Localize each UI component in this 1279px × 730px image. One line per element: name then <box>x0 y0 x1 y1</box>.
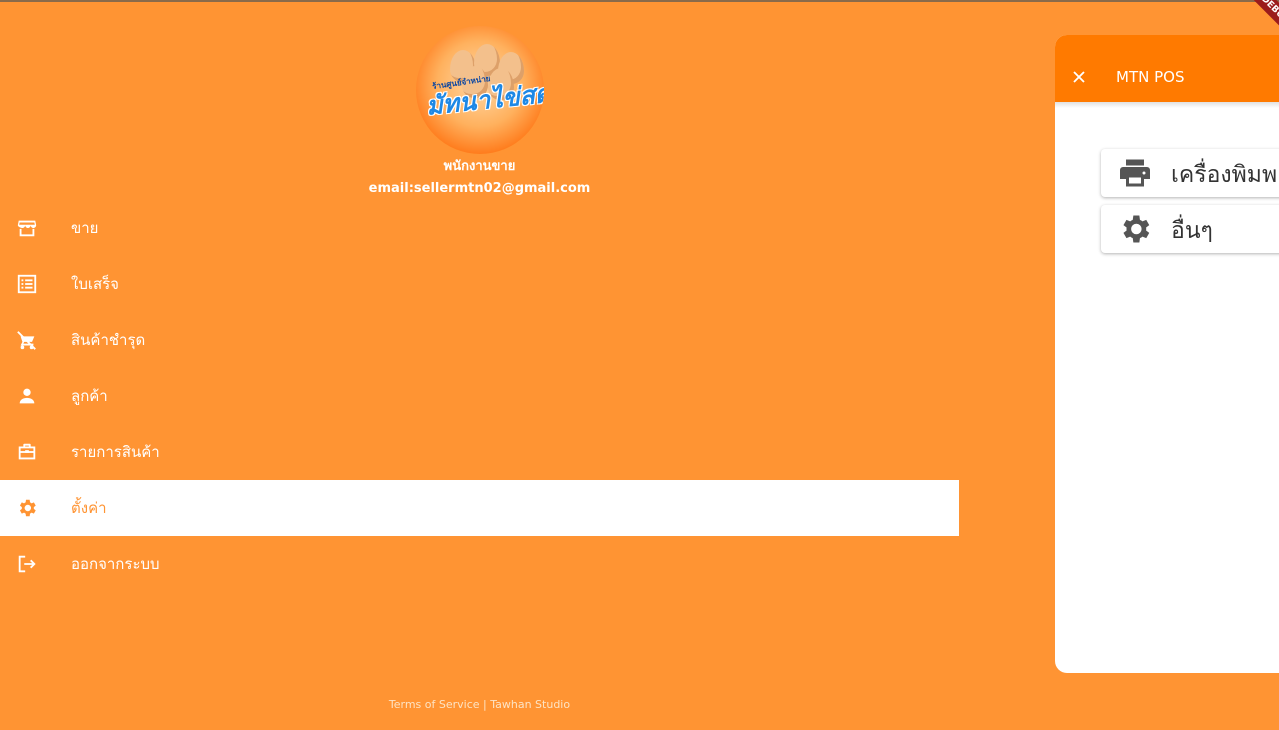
menu-item-settings[interactable]: ตั้งค่า <box>0 480 959 536</box>
printer-icon <box>1120 159 1150 187</box>
menu-item-sell[interactable]: ขาย <box>0 200 959 256</box>
user-email: email:sellermtn02@gmail.com <box>368 181 591 196</box>
menu-item-receipts[interactable]: ใบเสร็จ <box>0 256 959 312</box>
settings-panel: MTN POS เครื่องพิมพ อื่นๆ <box>1055 35 1279 673</box>
profile-header: ร้านศูนย์จำหน่าย มัทนาไข่สด พนักงานขาย e… <box>0 26 959 199</box>
person-icon <box>19 388 35 404</box>
menu-label: ขาย <box>71 219 99 237</box>
settings-item-other[interactable]: อื่นๆ <box>1101 205 1279 253</box>
footer-links[interactable]: Terms of Service | Tawhan Studio <box>0 698 959 711</box>
settings-item-label: อื่นๆ <box>1171 218 1213 244</box>
menu-label: ออกจากระบบ <box>71 555 160 573</box>
store-icon <box>17 220 37 237</box>
menu-item-damaged-goods[interactable]: สินค้าชำรุด <box>0 312 959 368</box>
header-shadow <box>1055 102 1279 108</box>
briefcase-icon <box>18 443 36 460</box>
debug-banner: DEBUG <box>1218 0 1279 61</box>
navigation-drawer: ร้านศูนย์จำหน่าย มัทนาไข่สด พนักงานขาย e… <box>0 0 959 730</box>
logout-icon <box>18 555 36 573</box>
debug-banner-label: DEBUG <box>1237 0 1279 48</box>
settings-item-label: เครื่องพิมพ <box>1171 162 1278 188</box>
menu-item-logout[interactable]: ออกจากระบบ <box>0 536 959 592</box>
menu-item-customers[interactable]: ลูกค้า <box>0 368 959 424</box>
cart-off-icon <box>17 331 36 350</box>
user-role: พนักงานขาย <box>443 159 516 174</box>
menu-label: ลูกค้า <box>71 387 108 405</box>
menu-item-product-list[interactable]: รายการสินค้า <box>0 424 959 480</box>
avatar: ร้านศูนย์จำหน่าย มัทนาไข่สด <box>415 26 544 154</box>
gear-icon <box>1123 215 1150 243</box>
menu-label: ใบเสร็จ <box>71 275 119 293</box>
panel-title: MTN POS <box>1116 68 1185 86</box>
menu-label: ตั้งค่า <box>71 499 107 517</box>
menu-label: สินค้าชำรุด <box>71 331 146 349</box>
settings-item-printer[interactable]: เครื่องพิมพ <box>1101 149 1279 197</box>
close-icon[interactable] <box>1069 67 1089 87</box>
receipt-list-icon <box>17 274 37 294</box>
drawer-menu: ขาย ใบเสร็จ สินค้าชำรุด ลูกค้า รายการสิน… <box>0 200 959 592</box>
gear-icon <box>19 499 36 517</box>
menu-label: รายการสินค้า <box>71 443 160 461</box>
